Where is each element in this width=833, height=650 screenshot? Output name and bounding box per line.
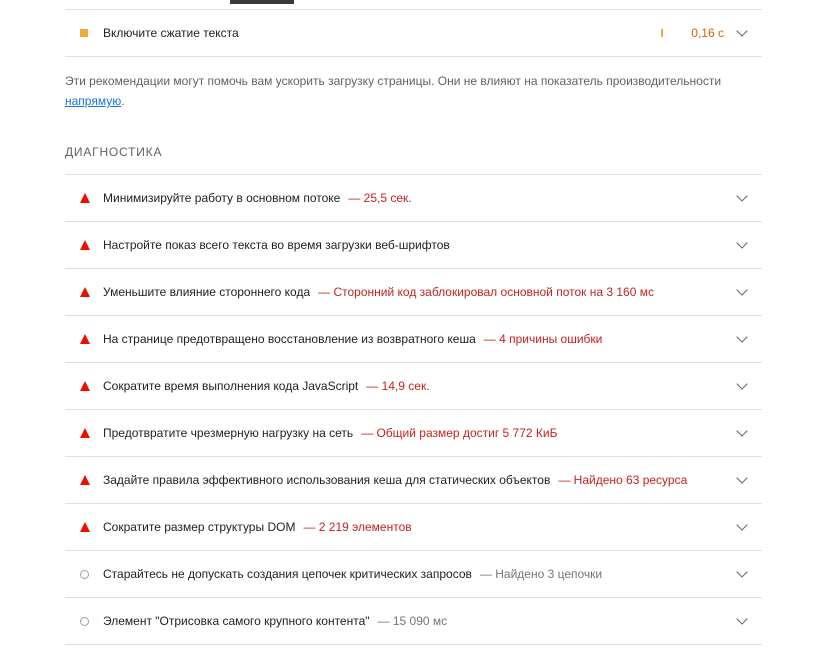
audit-row[interactable]: Уменьшите влияние стороннего кода — Стор… <box>65 269 762 316</box>
chevron-down-icon[interactable] <box>736 237 748 249</box>
audit-title: На странице предотвращено восстановление… <box>103 332 476 346</box>
audit-title: Сократите время выполнения кода JavaScri… <box>103 379 359 393</box>
chevron-down-icon[interactable] <box>736 331 748 343</box>
active-tab-indicator <box>230 0 294 4</box>
lighthouse-report-section: Включите сжатие текста 0,16 с Эти рекоме… <box>0 0 833 650</box>
fail-triangle-icon <box>80 287 90 297</box>
average-square-icon <box>80 29 88 37</box>
info-circle-icon <box>80 616 89 626</box>
audit-detail: — Сторонний код заблокировал основной по… <box>318 285 654 299</box>
chevron-down-icon[interactable] <box>736 378 748 390</box>
fail-triangle-icon <box>80 428 90 438</box>
marker-cell <box>65 428 103 438</box>
marker-cell <box>65 475 103 485</box>
note-text: Эти рекомендации могут помочь вам ускори… <box>65 74 722 88</box>
audit-detail: — 4 причины ошибки <box>483 332 603 346</box>
directly-link[interactable]: напрямую <box>65 94 121 108</box>
marker-cell <box>65 193 103 203</box>
audit-detail: — Общий размер достиг 5 772 КиБ <box>361 426 558 440</box>
chevron-down-icon[interactable] <box>736 566 748 578</box>
chevron-down-icon[interactable] <box>736 425 748 437</box>
audit-title: Минимизируйте работу в основном потоке <box>103 191 341 205</box>
audit-row[interactable]: Старайтесь не допускать создания цепочек… <box>65 551 762 598</box>
audit-row[interactable]: Минимизируйте работу в основном потоке —… <box>65 175 762 222</box>
audit-detail: — 2 219 элементов <box>303 520 412 534</box>
marker-cell <box>65 522 103 532</box>
audit-title: Предотвратите чрезмерную нагрузку на сет… <box>103 426 354 440</box>
audit-title: Элемент "Отрисовка самого крупного конте… <box>103 614 370 628</box>
note-end: . <box>121 94 125 108</box>
audit-detail: — 15 090 мс <box>377 614 448 628</box>
fail-triangle-icon <box>80 193 90 203</box>
audit-title: Уменьшите влияние стороннего кода <box>103 285 311 299</box>
recommendation-note: Эти рекомендации могут помочь вам ускори… <box>65 71 755 111</box>
audit-row[interactable]: Настройте показ всего текста во время за… <box>65 222 762 269</box>
chevron-down-icon[interactable] <box>736 519 748 531</box>
audit-row[interactable]: Сократите время выполнения кода JavaScri… <box>65 363 762 410</box>
marker-cell <box>65 287 103 297</box>
info-circle-icon <box>80 569 89 579</box>
marker-cell <box>65 616 103 626</box>
audit-row[interactable]: Элемент "Отрисовка самого крупного конте… <box>65 598 762 645</box>
chevron-down-icon[interactable] <box>736 25 748 37</box>
fail-triangle-icon <box>80 475 90 485</box>
diagnostics-heading: ДИАГНОСТИКА <box>65 145 163 159</box>
savings-value: 0,16 с <box>691 26 724 40</box>
chevron-down-icon[interactable] <box>736 284 748 296</box>
marker-cell <box>65 29 103 37</box>
savings-bar <box>661 29 664 37</box>
marker-cell <box>65 569 103 579</box>
audit-row[interactable]: На странице предотвращено восстановление… <box>65 316 762 363</box>
audit-title: Включите сжатие текста <box>103 26 239 40</box>
chevron-down-icon[interactable] <box>736 613 748 625</box>
audit-detail: — 14,9 сек. <box>366 379 430 393</box>
marker-cell <box>65 381 103 391</box>
audit-title: Старайтесь не допускать создания цепочек… <box>103 567 472 581</box>
audit-detail: — 25,5 сек. <box>348 191 412 205</box>
audit-detail: — Найдено 3 цепочки <box>479 567 603 581</box>
marker-cell <box>65 334 103 344</box>
chevron-down-icon[interactable] <box>736 472 748 484</box>
chevron-down-icon[interactable] <box>736 190 748 202</box>
audit-detail: — Найдено 63 ресурса <box>558 473 688 487</box>
audit-row[interactable]: Задайте правила эффективного использован… <box>65 457 762 504</box>
audit-title: Настройте показ всего текста во время за… <box>103 238 450 252</box>
audit-row-text-compression[interactable]: Включите сжатие текста 0,16 с <box>65 10 762 57</box>
fail-triangle-icon <box>80 334 90 344</box>
fail-triangle-icon <box>80 381 90 391</box>
marker-cell <box>65 240 103 250</box>
audit-title: Сократите размер структуры DOM <box>103 520 296 534</box>
fail-triangle-icon <box>80 240 90 250</box>
fail-triangle-icon <box>80 522 90 532</box>
audit-title: Задайте правила эффективного использован… <box>103 473 551 487</box>
audit-row[interactable]: Сократите размер структуры DOM — 2 219 э… <box>65 504 762 551</box>
audit-row[interactable]: Предотвратите чрезмерную нагрузку на сет… <box>65 410 762 457</box>
